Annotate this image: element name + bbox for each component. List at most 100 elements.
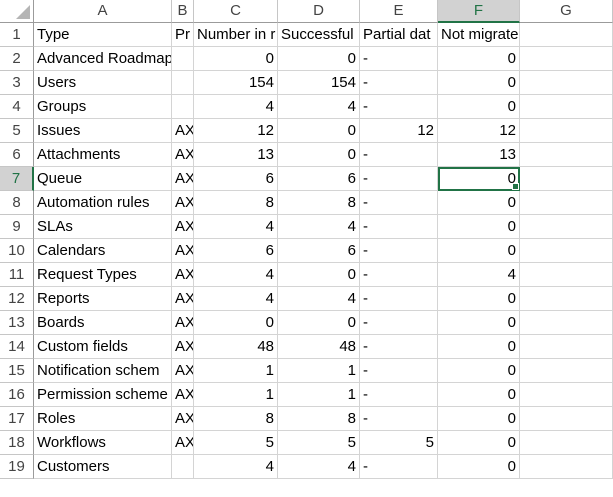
cell-d14[interactable]: 48 bbox=[278, 335, 360, 359]
cell-d2[interactable]: 0 bbox=[278, 47, 360, 71]
cell-d18[interactable]: 5 bbox=[278, 431, 360, 455]
cell-b4[interactable] bbox=[172, 95, 194, 119]
cell-c10[interactable]: 6 bbox=[194, 239, 278, 263]
cell-c8[interactable]: 8 bbox=[194, 191, 278, 215]
row-header-4[interactable]: 4 bbox=[0, 95, 34, 119]
cell-b18[interactable]: AX bbox=[172, 431, 194, 455]
row-header-17[interactable]: 17 bbox=[0, 407, 34, 431]
cell-c11[interactable]: 4 bbox=[194, 263, 278, 287]
cell-e16[interactable]: - bbox=[360, 383, 438, 407]
cell-g18[interactable] bbox=[520, 431, 613, 455]
cell-e1[interactable]: Partial dat bbox=[360, 23, 438, 47]
cell-b10[interactable]: AX bbox=[172, 239, 194, 263]
cell-a4[interactable]: Groups bbox=[34, 95, 172, 119]
cell-d5[interactable]: 0 bbox=[278, 119, 360, 143]
cell-e5[interactable]: 12 bbox=[360, 119, 438, 143]
cell-e19[interactable]: - bbox=[360, 455, 438, 479]
cell-f10[interactable]: 0 bbox=[438, 239, 520, 263]
cell-f2[interactable]: 0 bbox=[438, 47, 520, 71]
cell-f5[interactable]: 12 bbox=[438, 119, 520, 143]
row-header-1[interactable]: 1 bbox=[0, 23, 34, 47]
cell-b7[interactable]: AX bbox=[172, 167, 194, 191]
cell-c1[interactable]: Number in r bbox=[194, 23, 278, 47]
cell-g1[interactable] bbox=[520, 23, 613, 47]
cell-d9[interactable]: 4 bbox=[278, 215, 360, 239]
column-header-a[interactable]: A bbox=[34, 0, 172, 23]
row-header-10[interactable]: 10 bbox=[0, 239, 34, 263]
cell-c4[interactable]: 4 bbox=[194, 95, 278, 119]
cell-g3[interactable] bbox=[520, 71, 613, 95]
column-header-e[interactable]: E bbox=[360, 0, 438, 23]
column-header-d[interactable]: D bbox=[278, 0, 360, 23]
cell-d16[interactable]: 1 bbox=[278, 383, 360, 407]
cell-c14[interactable]: 48 bbox=[194, 335, 278, 359]
cell-f13[interactable]: 0 bbox=[438, 311, 520, 335]
cell-a14[interactable]: Custom fields bbox=[34, 335, 172, 359]
cell-g17[interactable] bbox=[520, 407, 613, 431]
cell-f19[interactable]: 0 bbox=[438, 455, 520, 479]
cell-e10[interactable]: - bbox=[360, 239, 438, 263]
cell-b1[interactable]: Pr bbox=[172, 23, 194, 47]
row-header-14[interactable]: 14 bbox=[0, 335, 34, 359]
cell-c9[interactable]: 4 bbox=[194, 215, 278, 239]
cell-g8[interactable] bbox=[520, 191, 613, 215]
cell-b16[interactable]: AX bbox=[172, 383, 194, 407]
cell-g16[interactable] bbox=[520, 383, 613, 407]
cell-d6[interactable]: 0 bbox=[278, 143, 360, 167]
cell-f12[interactable]: 0 bbox=[438, 287, 520, 311]
row-header-13[interactable]: 13 bbox=[0, 311, 34, 335]
cell-b6[interactable]: AX bbox=[172, 143, 194, 167]
cell-a19[interactable]: Customers bbox=[34, 455, 172, 479]
row-header-8[interactable]: 8 bbox=[0, 191, 34, 215]
cell-f7[interactable]: 0 bbox=[438, 167, 520, 191]
row-header-16[interactable]: 16 bbox=[0, 383, 34, 407]
select-all-corner[interactable] bbox=[0, 0, 34, 23]
cell-b5[interactable]: AX bbox=[172, 119, 194, 143]
row-header-12[interactable]: 12 bbox=[0, 287, 34, 311]
cell-g9[interactable] bbox=[520, 215, 613, 239]
cell-b17[interactable]: AX bbox=[172, 407, 194, 431]
cell-d3[interactable]: 154 bbox=[278, 71, 360, 95]
cell-f16[interactable]: 0 bbox=[438, 383, 520, 407]
cell-g7[interactable] bbox=[520, 167, 613, 191]
cell-f14[interactable]: 0 bbox=[438, 335, 520, 359]
cell-c12[interactable]: 4 bbox=[194, 287, 278, 311]
row-header-15[interactable]: 15 bbox=[0, 359, 34, 383]
fill-handle[interactable] bbox=[512, 183, 519, 190]
cell-c5[interactable]: 12 bbox=[194, 119, 278, 143]
cell-c15[interactable]: 1 bbox=[194, 359, 278, 383]
cell-a6[interactable]: Attachments bbox=[34, 143, 172, 167]
cell-f4[interactable]: 0 bbox=[438, 95, 520, 119]
cell-a13[interactable]: Boards bbox=[34, 311, 172, 335]
row-header-2[interactable]: 2 bbox=[0, 47, 34, 71]
cell-e15[interactable]: - bbox=[360, 359, 438, 383]
cell-g5[interactable] bbox=[520, 119, 613, 143]
cell-d15[interactable]: 1 bbox=[278, 359, 360, 383]
cell-a7[interactable]: Queue bbox=[34, 167, 172, 191]
cell-a1[interactable]: Type bbox=[34, 23, 172, 47]
cell-b14[interactable]: AX bbox=[172, 335, 194, 359]
cell-f1[interactable]: Not migrated bbox=[438, 23, 520, 47]
cell-g6[interactable] bbox=[520, 143, 613, 167]
row-header-3[interactable]: 3 bbox=[0, 71, 34, 95]
cell-e2[interactable]: - bbox=[360, 47, 438, 71]
cell-d11[interactable]: 0 bbox=[278, 263, 360, 287]
cell-b9[interactable]: AX bbox=[172, 215, 194, 239]
cell-e13[interactable]: - bbox=[360, 311, 438, 335]
cell-d19[interactable]: 4 bbox=[278, 455, 360, 479]
row-header-5[interactable]: 5 bbox=[0, 119, 34, 143]
cell-g10[interactable] bbox=[520, 239, 613, 263]
cell-d10[interactable]: 6 bbox=[278, 239, 360, 263]
row-header-6[interactable]: 6 bbox=[0, 143, 34, 167]
cell-a15[interactable]: Notification schem bbox=[34, 359, 172, 383]
spreadsheet-grid[interactable]: A B C D E F G 1 Type Pr Number in r Successful Parti… bbox=[0, 0, 613, 497]
cell-f8[interactable]: 0 bbox=[438, 191, 520, 215]
column-header-b[interactable]: B bbox=[172, 0, 194, 23]
row-header-7[interactable]: 7 bbox=[0, 167, 34, 191]
cell-f15[interactable]: 0 bbox=[438, 359, 520, 383]
cell-d8[interactable]: 8 bbox=[278, 191, 360, 215]
cell-b11[interactable]: AX bbox=[172, 263, 194, 287]
cell-a5[interactable]: Issues bbox=[34, 119, 172, 143]
cell-f3[interactable]: 0 bbox=[438, 71, 520, 95]
cell-e17[interactable]: - bbox=[360, 407, 438, 431]
